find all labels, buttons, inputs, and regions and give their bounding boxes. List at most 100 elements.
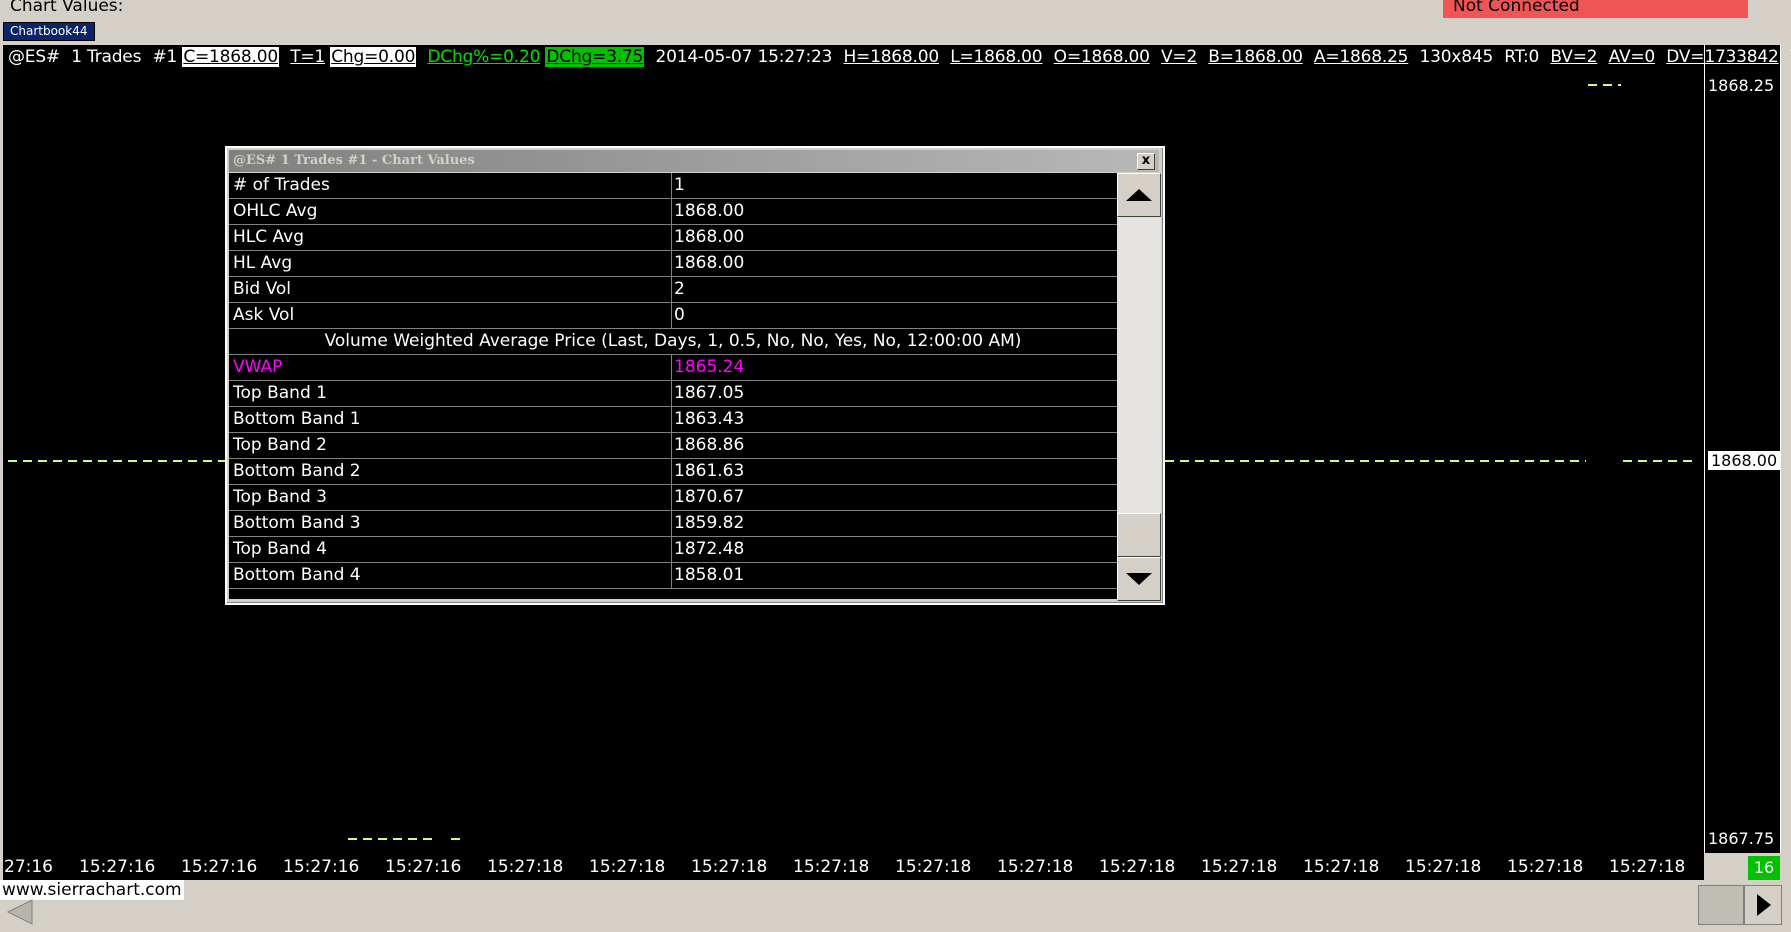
table-row: Bottom Band 3 1859.82: [229, 511, 1117, 537]
price-line-segment-lower: [348, 838, 432, 840]
time-label: 15:27:18: [793, 857, 870, 877]
time-label: 15:27:16: [283, 857, 360, 877]
price-label-bottom: 1867.75: [1708, 829, 1775, 848]
header-open: O=1868.00: [1053, 47, 1150, 67]
time-label: 15:27:16: [79, 857, 156, 877]
chart-values-titlebar[interactable]: @ES# 1 Trades #1 - Chart Values x: [229, 150, 1159, 172]
table-row: Top Band 1 1867.05: [229, 381, 1117, 407]
triangle-down-icon: [1126, 573, 1152, 585]
header-symbol: @ES#: [8, 47, 60, 67]
time-label: 15:27:18: [691, 857, 768, 877]
scroll-up-button[interactable]: [1117, 173, 1161, 217]
time-label: 15:27:18: [895, 857, 972, 877]
header-daily-change: DChg=3.75: [545, 47, 645, 67]
time-label: 15:27:18: [1201, 857, 1278, 877]
website-label: www.sierrachart.com: [0, 880, 184, 900]
time-label: 27:16: [4, 857, 53, 877]
time-label: 15:27:18: [1303, 857, 1380, 877]
price-axis[interactable]: [1704, 45, 1781, 853]
header-high: H=1868.00: [843, 47, 939, 67]
scroll-right-button[interactable]: [1744, 885, 1782, 925]
header-volume: V=2: [1160, 47, 1198, 67]
header-chart-size: 130x845: [1419, 47, 1494, 67]
table-row: OHLC Avg 1868.00: [229, 199, 1117, 225]
time-label: 15:27:18: [1609, 857, 1686, 877]
table-row: Bottom Band 1 1863.43: [229, 407, 1117, 433]
chart-values-status-label: Chart Values:: [10, 0, 124, 16]
row-name: VWAP: [233, 357, 283, 377]
header-bid-volume: BV=2: [1550, 47, 1598, 67]
row-value: 1868.00: [674, 253, 745, 273]
table-row: Top Band 3 1870.67: [229, 485, 1117, 511]
horizontal-scroll-thumb[interactable]: [1698, 885, 1744, 925]
row-value: 1865.24: [674, 357, 745, 377]
close-button[interactable]: x: [1137, 153, 1155, 170]
row-name: Bid Vol: [233, 279, 292, 299]
row-value: 1868.00: [674, 227, 745, 247]
header-daily-volume: DV=1733842: [1666, 47, 1779, 67]
row-name: Top Band 1: [233, 383, 327, 403]
row-name: Bottom Band 3: [233, 513, 361, 533]
table-row: HLC Avg 1868.00: [229, 225, 1117, 251]
row-value: 2: [674, 279, 685, 299]
row-name: Top Band 4: [233, 539, 327, 559]
time-label: 15:27:16: [181, 857, 258, 877]
scroll-left-button[interactable]: [2, 898, 44, 926]
study-header-row: Volume Weighted Average Price (Last, Day…: [229, 329, 1117, 355]
triangle-left-icon: [6, 899, 33, 925]
price-line-segment: [1623, 460, 1696, 462]
table-row: HL Avg 1868.00: [229, 251, 1117, 277]
close-icon: x: [1141, 153, 1151, 168]
chart-values-scrollbar[interactable]: [1117, 173, 1161, 601]
header-low: L=1868.00: [950, 47, 1043, 67]
price-line-segment-lower: [451, 838, 463, 840]
tab-chartbook[interactable]: Chartbook44: [3, 22, 95, 41]
table-row: # of Trades 1: [229, 173, 1117, 199]
chart-values-scroll-thumb[interactable]: [1117, 513, 1161, 557]
header-ask-volume: AV=0: [1608, 47, 1656, 67]
study-header: Volume Weighted Average Price (Last, Day…: [324, 331, 1022, 351]
price-line-segment: [8, 460, 226, 462]
connection-status-text: Not Connected: [1453, 0, 1580, 16]
time-label: 15:27:18: [1099, 857, 1176, 877]
header-period: 1 Trades: [71, 47, 142, 67]
triangle-right-icon: [1757, 894, 1771, 916]
time-label: 15:27:18: [487, 857, 564, 877]
header-datetime: 2014-05-07 15:27:23: [655, 47, 833, 67]
horizontal-scrollbar[interactable]: [0, 880, 1791, 932]
chart-values-window[interactable]: @ES# 1 Trades #1 - Chart Values x # of T…: [225, 146, 1165, 605]
row-name: Top Band 2: [233, 435, 327, 455]
header-rt: RT:0: [1504, 47, 1540, 67]
bar-count-badge: 16: [1748, 856, 1780, 880]
row-name: Bottom Band 1: [233, 409, 361, 429]
row-value: 1867.05: [674, 383, 745, 403]
time-label: 15:27:16: [385, 857, 462, 877]
time-label: 15:27:18: [1507, 857, 1584, 877]
row-value: 1868.00: [674, 201, 745, 221]
row-value: 1863.43: [674, 409, 745, 429]
time-label: 15:27:18: [589, 857, 666, 877]
table-row: Bid Vol 2: [229, 277, 1117, 303]
scroll-down-button[interactable]: [1117, 557, 1161, 601]
price-line-segment: [1165, 460, 1586, 462]
row-name: Top Band 3: [233, 487, 327, 507]
row-name: Ask Vol: [233, 305, 295, 325]
header-close: C=1868.00: [182, 47, 279, 67]
row-value: 1868.86: [674, 435, 745, 455]
time-label: 15:27:18: [997, 857, 1074, 877]
row-value: 1859.82: [674, 513, 745, 533]
price-label-current: 1868.00: [1708, 451, 1781, 470]
row-value: 1: [674, 175, 685, 195]
chart-header-values: @ES# 1 Trades #1 C=1868.00 T=1 Chg=0.00 …: [8, 47, 1791, 67]
vertical-scroll-edge[interactable]: [1780, 45, 1791, 853]
triangle-up-icon: [1126, 189, 1152, 201]
price-line-segment-upper: [1588, 84, 1621, 86]
row-name: Bottom Band 2: [233, 461, 361, 481]
header-ask: A=1868.25: [1313, 47, 1409, 67]
row-value: 0: [674, 305, 685, 325]
price-label-top: 1868.25: [1708, 76, 1775, 95]
header-chart-number: #1: [152, 47, 178, 67]
row-name: HL Avg: [233, 253, 293, 273]
row-value: 1861.63: [674, 461, 745, 481]
connection-status-badge[interactable]: Not Connected: [1443, 0, 1748, 18]
